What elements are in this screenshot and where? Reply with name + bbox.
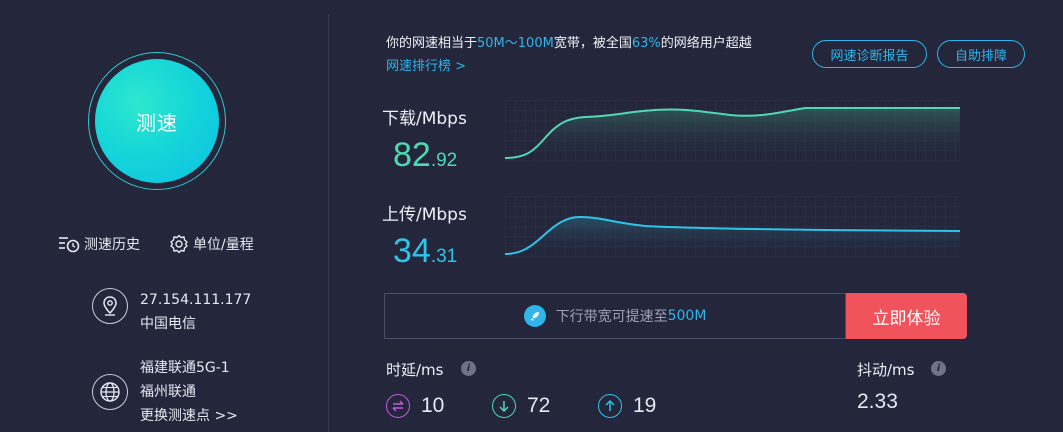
arrow-up-icon <box>598 394 622 418</box>
server-name: 福建联通5G-1 <box>140 360 230 376</box>
server-isp: 福州联通 <box>140 384 196 400</box>
history-icon <box>59 237 80 253</box>
promo-banner: 下行带宽可提速至 500M <box>384 293 846 339</box>
arrow-down-icon <box>492 394 516 418</box>
rocket-icon <box>523 305 546 327</box>
self-check-button[interactable]: 自助排障 <box>937 40 1025 68</box>
summary-bandwidth: 50M～100M <box>477 36 554 51</box>
jitter-info-icon[interactable]: i <box>931 361 946 376</box>
rank-link[interactable]: 网速排行榜 > <box>386 55 466 74</box>
upload-label: 上传/Mbps <box>382 205 467 225</box>
panel-divider <box>328 14 329 432</box>
isp-name: 中国电信 <box>140 316 196 332</box>
upload-chart <box>505 196 960 258</box>
upload-int: 34 <box>393 232 431 270</box>
speedtest-button-label: 测速 <box>136 110 178 135</box>
download-label: 下载/Mbps <box>382 109 467 129</box>
swap-icon <box>386 394 410 418</box>
ping-value: 10 <box>421 394 445 417</box>
summary-prefix: 你的网速相当于 <box>386 36 478 51</box>
change-server-link[interactable]: 更换测速点 >> <box>140 404 238 428</box>
down-latency-value: 72 <box>527 394 551 417</box>
left-panel: 测速 测速历史 单位/量程 27.154.111.177 中国电信 福建联通5G… <box>0 0 328 432</box>
ping-latency: 10 <box>386 394 444 418</box>
ip-address: 27.154.111.177 <box>140 292 252 308</box>
speed-summary: 你的网速相当于50M～100M宽带，被全国63%的网络用户超越 <box>386 34 752 54</box>
summary-percent: 63% <box>631 36 661 51</box>
up-latency-value: 19 <box>633 394 657 417</box>
speedtest-button[interactable]: 测速 <box>95 59 219 183</box>
summary-middle: 宽带，被全国 <box>553 36 632 51</box>
ip-info: 27.154.111.177 中国电信 <box>92 288 251 336</box>
latency-info-icon[interactable]: i <box>461 361 476 376</box>
up-latency: 19 <box>598 394 656 418</box>
latency-label: 时延/ms <box>386 361 444 379</box>
globe-icon <box>92 374 128 410</box>
download-int: 82 <box>393 136 431 174</box>
server-info: 福建联通5G-1 福州联通 更换测速点 >> <box>92 356 238 428</box>
summary-suffix: 的网络用户超越 <box>660 36 752 51</box>
jitter-value: 2.33 <box>857 390 898 413</box>
promo-highlight: 500M <box>667 308 707 324</box>
download-dec: .92 <box>430 150 458 171</box>
units-button[interactable]: 单位/量程 <box>169 234 254 254</box>
promo-text: 下行带宽可提速至 <box>555 309 668 325</box>
try-now-button[interactable]: 立即体验 <box>846 293 967 339</box>
gear-icon <box>170 234 188 254</box>
upload-value: 34.31 <box>393 232 457 271</box>
download-value: 82.92 <box>393 136 457 175</box>
history-button[interactable]: 测速历史 <box>58 234 140 254</box>
upload-dec: .31 <box>430 246 458 267</box>
location-icon <box>92 288 128 324</box>
down-latency: 72 <box>492 394 550 418</box>
jitter-label: 抖动/ms <box>857 361 915 379</box>
units-label: 单位/量程 <box>193 237 254 253</box>
diagnose-report-button[interactable]: 网速诊断报告 <box>812 40 927 68</box>
download-chart <box>505 100 960 162</box>
history-label: 测速历史 <box>84 237 140 253</box>
